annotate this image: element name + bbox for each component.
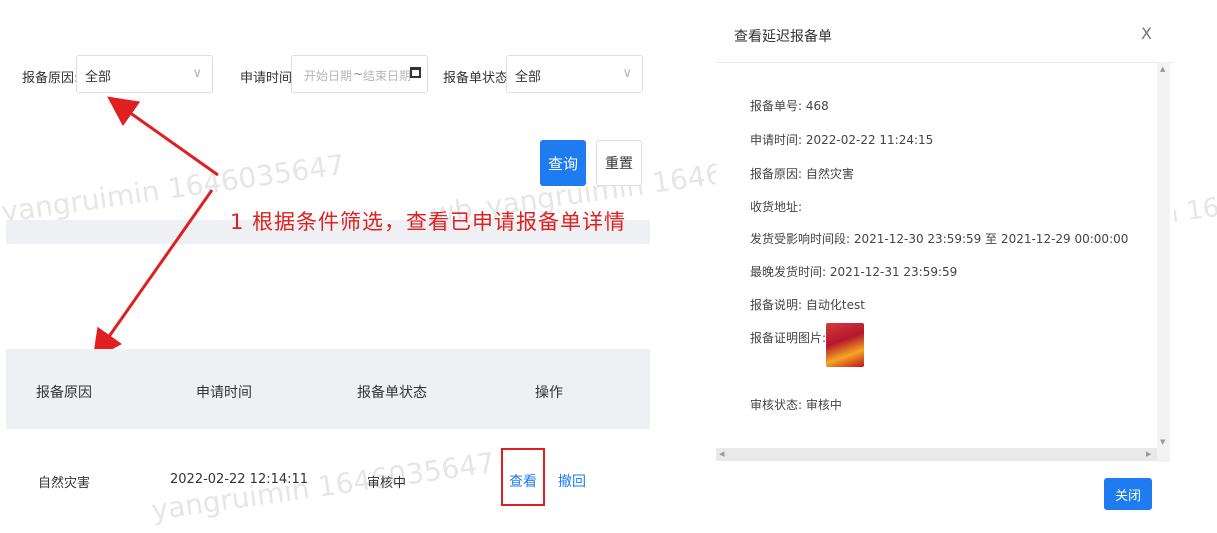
annotation-arrows	[92, 96, 219, 360]
field-latest-ship-time: 最晚发货时间: 2021-12-31 23:59:59	[750, 265, 958, 279]
field-apply-time: 申请时间: 2022-02-22 11:24:15	[750, 133, 934, 147]
proof-image-thumbnail[interactable]	[826, 323, 864, 367]
scroll-up-icon[interactable]: ▲	[1160, 65, 1165, 73]
field-description: 报备说明: 自动化test	[750, 298, 865, 312]
cell-reason: 自然灾害	[38, 476, 91, 491]
field-proof-image-label: 报备证明图片:	[750, 331, 827, 345]
field-address: 收货地址:	[750, 200, 803, 214]
modal-title: 查看延迟报备单	[734, 29, 832, 45]
col-header-actions: 操作	[535, 385, 563, 401]
withdraw-link[interactable]: 撤回	[558, 471, 586, 491]
scroll-down-icon[interactable]: ▼	[1160, 438, 1165, 446]
annotation-text: 1 根据条件筛选，查看已申请报备单详情	[230, 210, 627, 234]
cell-apply-time: 2022-02-22 12:14:11	[170, 472, 309, 487]
scroll-right-icon[interactable]: ▶	[1146, 450, 1151, 458]
modal-divider	[716, 62, 1174, 63]
scroll-left-icon[interactable]: ◀	[719, 450, 724, 458]
col-header-reason: 报备原因	[36, 385, 92, 401]
modal-close-button[interactable]: 关闭	[1104, 478, 1152, 510]
field-report-no: 报备单号: 468	[750, 99, 829, 113]
field-audit-status: 审核状态: 审核中	[750, 398, 842, 412]
close-icon[interactable]: X	[1141, 24, 1152, 43]
vertical-scrollbar[interactable]: ▲ ▼	[1157, 62, 1170, 462]
view-report-modal: 查看延迟报备单 X 报备单号: 468 申请时间: 2022-02-22 11:…	[716, 0, 1174, 533]
view-link[interactable]: 查看	[509, 471, 537, 491]
horizontal-scrollbar[interactable]: ◀ ▶	[716, 448, 1157, 461]
col-header-status: 报备单状态	[357, 385, 427, 401]
field-affected-period: 发货受影响时间段: 2021-12-30 23:59:59 至 2021-12-…	[750, 232, 1129, 246]
col-header-apply-time: 申请时间	[196, 385, 252, 401]
cell-status: 审核中	[367, 476, 407, 491]
field-reason: 报备原因: 自然灾害	[750, 167, 854, 181]
